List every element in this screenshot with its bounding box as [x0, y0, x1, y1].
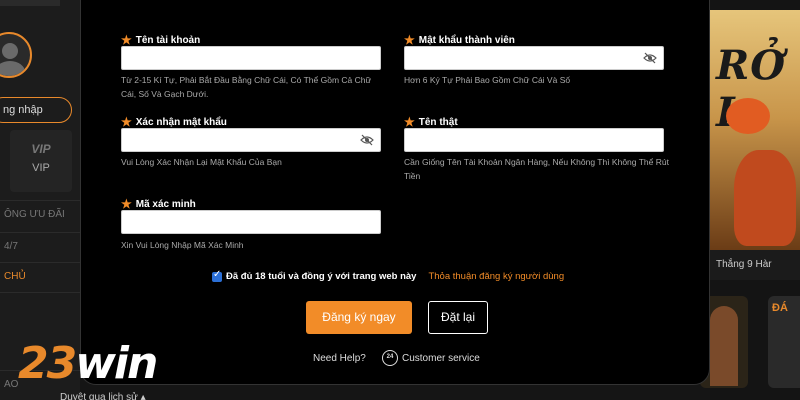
username-input[interactable] — [121, 46, 381, 70]
agree-checkbox[interactable] — [212, 269, 222, 282]
required-star-icon: ★ — [121, 197, 132, 211]
password-label: ★ Mật khẩu thành viên — [404, 33, 515, 47]
username-label: ★ Tên tài khoản — [121, 33, 201, 47]
brand-logo: 23win — [18, 338, 158, 389]
captcha-hint: Xin Vui Lòng Nhập Mã Xác Minh — [121, 240, 244, 250]
fish-illustration — [726, 98, 770, 134]
required-star-icon: ★ — [121, 115, 132, 129]
promo-banner[interactable]: RỞ L — [710, 10, 800, 250]
sidebar-login-button[interactable]: ng nhập — [0, 97, 72, 123]
real-name-input[interactable] — [404, 128, 664, 152]
sidebar-item-home[interactable]: CHỦ — [0, 262, 80, 290]
register-button[interactable]: Đăng ký ngay — [306, 301, 412, 334]
confirm-password-hint: Vui Lòng Xác Nhận Lại Mật Khẩu Của Bạn — [121, 157, 282, 167]
agree-row: Đã đủ 18 tuổi và đồng ý với trang web nà… — [212, 269, 564, 282]
avatar[interactable] — [0, 32, 32, 78]
customer-service-label: Customer service — [402, 352, 480, 364]
hide-password-icon[interactable] — [360, 134, 374, 146]
need-help-text: Need Help? — [313, 353, 366, 364]
hide-password-icon[interactable] — [643, 52, 657, 64]
vip-icon: VIP — [31, 142, 51, 156]
password-hint: Hơn 6 Ký Tự Phải Bao Gồm Chữ Cái Và Số — [404, 75, 571, 85]
required-star-icon: ★ — [404, 33, 415, 47]
sidebar-vip[interactable]: VIP VIP — [10, 130, 72, 192]
sidebar-item-blank[interactable] — [0, 292, 80, 320]
required-star-icon: ★ — [121, 33, 132, 47]
captcha-input[interactable] — [121, 210, 381, 234]
captcha-label: ★ Mã xác minh — [121, 197, 196, 211]
sidebar-item-promotions[interactable]: ÔNG ƯU ĐÃI — [0, 200, 80, 228]
real-name-hint: Cần Giống Tên Tài Khoản Ngân Hàng, Nếu K… — [404, 157, 669, 181]
vip-label: VIP — [32, 162, 50, 174]
player-image — [710, 306, 738, 386]
reset-button[interactable]: Đặt lại — [428, 301, 488, 334]
real-name-label: ★ Tên thật — [404, 115, 458, 129]
customer-service-link[interactable]: 24 Customer service — [382, 350, 480, 366]
agree-text: Đã đủ 18 tuổi và đồng ý với trang web nà… — [226, 271, 417, 282]
promo-strip: Thắng 9 Hàr — [710, 250, 800, 280]
sidebar-item-support[interactable]: 4/7 — [0, 232, 80, 260]
confirm-password-label: ★ Xác nhận mật khẩu — [121, 115, 227, 129]
username-hint: Từ 2-15 Kí Tự, Phải Bắt Đầu Bằng Chữ Cái… — [121, 75, 372, 99]
required-star-icon: ★ — [404, 115, 415, 129]
terms-link[interactable]: Thỏa thuận đăng ký người dùng — [428, 271, 564, 282]
password-input[interactable] — [404, 46, 664, 70]
promo-card-2[interactable]: ĐÁ — [768, 296, 800, 388]
octopus-illustration — [734, 150, 796, 246]
history-link[interactable]: Duyệt qua lịch sử ▴ — [60, 392, 146, 400]
register-modal: ★ Tên tài khoản Từ 2-15 Kí Tự, Phải Bắt … — [80, 0, 710, 385]
confirm-password-input[interactable] — [121, 128, 381, 152]
sidebar-logo — [0, 0, 60, 6]
headset-24-icon: 24 — [382, 350, 398, 366]
